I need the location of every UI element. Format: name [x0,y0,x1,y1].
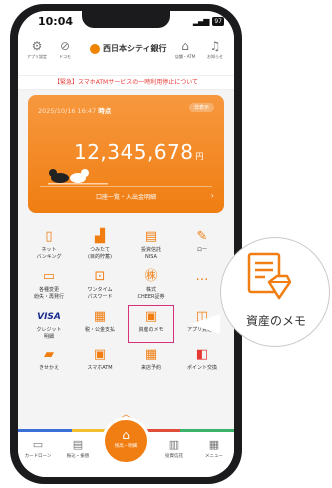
atm-store-label: 店舗・ATM [174,54,196,59]
menu-item-points[interactable]: ◧ ポイント交換 [179,347,225,372]
link-icon: ⊘ [59,39,71,53]
menu-item-tax[interactable]: ▦ 税・公金支払 [77,309,123,334]
app-header: ⚙ アプリ設定 ⊘ ドコモ 西日本シティ銀行 ⌂ 店舗・ATM ♫ お知らせ [18,35,234,75]
atm-store-button[interactable]: ⌂ 店舗・ATM [170,39,200,60]
phone-frame: 10:04 ▂▄▆ 97 ⚙ アプリ設定 ⊘ ドコモ 西日本シティ銀行 ⌂ 店舗… [10,4,242,484]
bank-brand: 西日本シティ銀行 [90,43,167,54]
menu-item-stock[interactable]: ㊑ 株式 CHEER証券 [128,269,174,301]
bar-chart-icon: ▥ [168,438,180,451]
menu-label: 投資信託 NISA [140,247,161,260]
point-icon: ◧ [195,347,209,362]
chevron-right-icon: › [210,191,214,200]
card-icon: ▭ [42,269,56,284]
bank-name: 西日本シティ銀行 [103,44,167,53]
docomo-label: ドコモ [59,54,71,59]
emergency-notice-link[interactable]: 【緊急】スマホATMサービスの一時利用停止について [18,75,234,90]
stock-icon: ㊑ [144,269,158,284]
tab-menu[interactable]: ▦ メニュー [194,438,234,459]
menu-item-tsumitate[interactable]: ▟ つみたて (目的貯蓄) [77,229,123,261]
menu-label: 来店予約 [140,365,161,371]
menu-label: スマホATM [87,365,113,371]
tab-label: 投資信託 [165,454,183,459]
card-divider [40,186,212,187]
menu-label: ネット バンキング [36,247,62,260]
atm-icon: ▣ [93,347,107,362]
bank-logo-icon [90,43,100,54]
nisa-icon: ▤ [144,229,158,244]
bell-icon: ♫ [209,39,221,53]
loan-icon: ✎ [196,229,208,244]
memo-icon: ▣ [144,309,158,324]
tab-label: 振込・振替 [66,454,90,459]
menu-label: 株式 CHEER証券 [137,287,165,300]
hide-balance-button[interactable]: 非表示 [188,103,214,112]
menu-item-nisa[interactable]: ▤ 投資信託 NISA [128,229,174,261]
notifications-button[interactable]: ♫ お知らせ [200,39,230,60]
menu-item-onetime-password[interactable]: ⊡ ワンタイム パスワード [77,269,123,301]
zoom-label: 資産のメモ [245,314,306,328]
balance-timestamp: 2025/10/16 16:47 時点 [38,107,112,115]
menu-label: 各種変更 紛失・再発行 [33,287,64,300]
menu-item-credit[interactable]: VISA クレジット 明細 [26,309,72,341]
zoom-callout: 資産のメモ [220,237,330,347]
visa-icon: VISA [37,312,61,322]
app-settings-label: アプリ設定 [27,54,47,59]
card-icon: ▭ [32,438,44,451]
app-screen: 10:04 ▂▄▆ 97 ⚙ アプリ設定 ⊘ ドコモ 西日本シティ銀行 ⌂ 店舗… [18,11,234,477]
menu-item-asset-memo[interactable]: ▣ 資産のメモ [128,305,174,343]
receipt-icon: ▤ [72,438,84,451]
tax-icon: ▦ [93,309,107,324]
status-time: 10:04 [38,15,74,28]
menu-item-net-banking[interactable]: ▯ ネット バンキング [26,229,72,261]
home-icon: ⌂ [122,428,130,442]
menu-label: ワンタイム パスワード [87,287,113,300]
balance-card[interactable]: 2025/10/16 16:47 時点 非表示 12,345,678 円 口座一覧・… [28,95,224,213]
chart-icon: ▟ [95,229,105,244]
menu-item-theme[interactable]: ▰ きせかえ [26,347,72,372]
calendar-icon: ▦ [144,347,158,362]
grid-icon: ▦ [208,438,220,451]
menu-label: きせかえ [38,365,59,371]
menu-item-reservation[interactable]: ▦ 来店予約 [128,347,174,372]
tab-investment[interactable]: ▥ 投資信託 [154,438,194,459]
tab-label: メニュー [205,454,223,459]
more-icon: … [195,269,209,284]
menu-item-more[interactable]: … [179,269,225,287]
battery-icon: 97 [212,17,224,26]
dog-illustration-icon [48,169,108,185]
tab-balance[interactable]: ⌂ 残高・明細 [102,417,150,465]
menu-label: 資産のメモ [138,327,164,333]
memo-gem-icon [247,252,291,300]
menu-label: ロー [196,247,207,253]
atm-icon: ⌂ [181,39,189,53]
lock-icon: ⊡ [94,269,106,284]
balance-amount: 12,345,678 円 [73,140,204,164]
menu-item-smartphone-atm[interactable]: ▣ スマホATM [77,347,123,372]
dress-icon: ▰ [44,347,54,362]
menu-item-card-change[interactable]: ▭ 各種変更 紛失・再発行 [26,269,72,301]
tab-transfer[interactable]: ▤ 振込・振替 [58,438,98,459]
tab-label: 残高・明細 [114,444,138,449]
signal-icon: ▂▄▆ [192,17,210,26]
phone-icon: ▯ [45,229,53,244]
notifications-label: お知らせ [207,54,223,59]
menu-label: 税・公金支払 [84,327,115,333]
gear-icon: ⚙ [31,39,43,53]
account-list-link[interactable]: 口座一覧・入出金明細 [28,192,224,201]
tab-label: カードローン [24,454,52,459]
docomo-button[interactable]: ⊘ ドコモ [50,39,80,60]
app-settings-button[interactable]: ⚙ アプリ設定 [22,39,52,60]
tab-card-loan[interactable]: ▭ カードローン [18,438,58,459]
phone-notch [82,11,170,28]
menu-label: ポイント交換 [186,365,217,371]
menu-item-loan[interactable]: ✎ ロー [179,229,225,254]
menu-label: つみたて (目的貯蓄) [88,247,112,260]
callout-pointer [190,314,220,334]
menu-label: クレジット 明細 [36,327,62,340]
